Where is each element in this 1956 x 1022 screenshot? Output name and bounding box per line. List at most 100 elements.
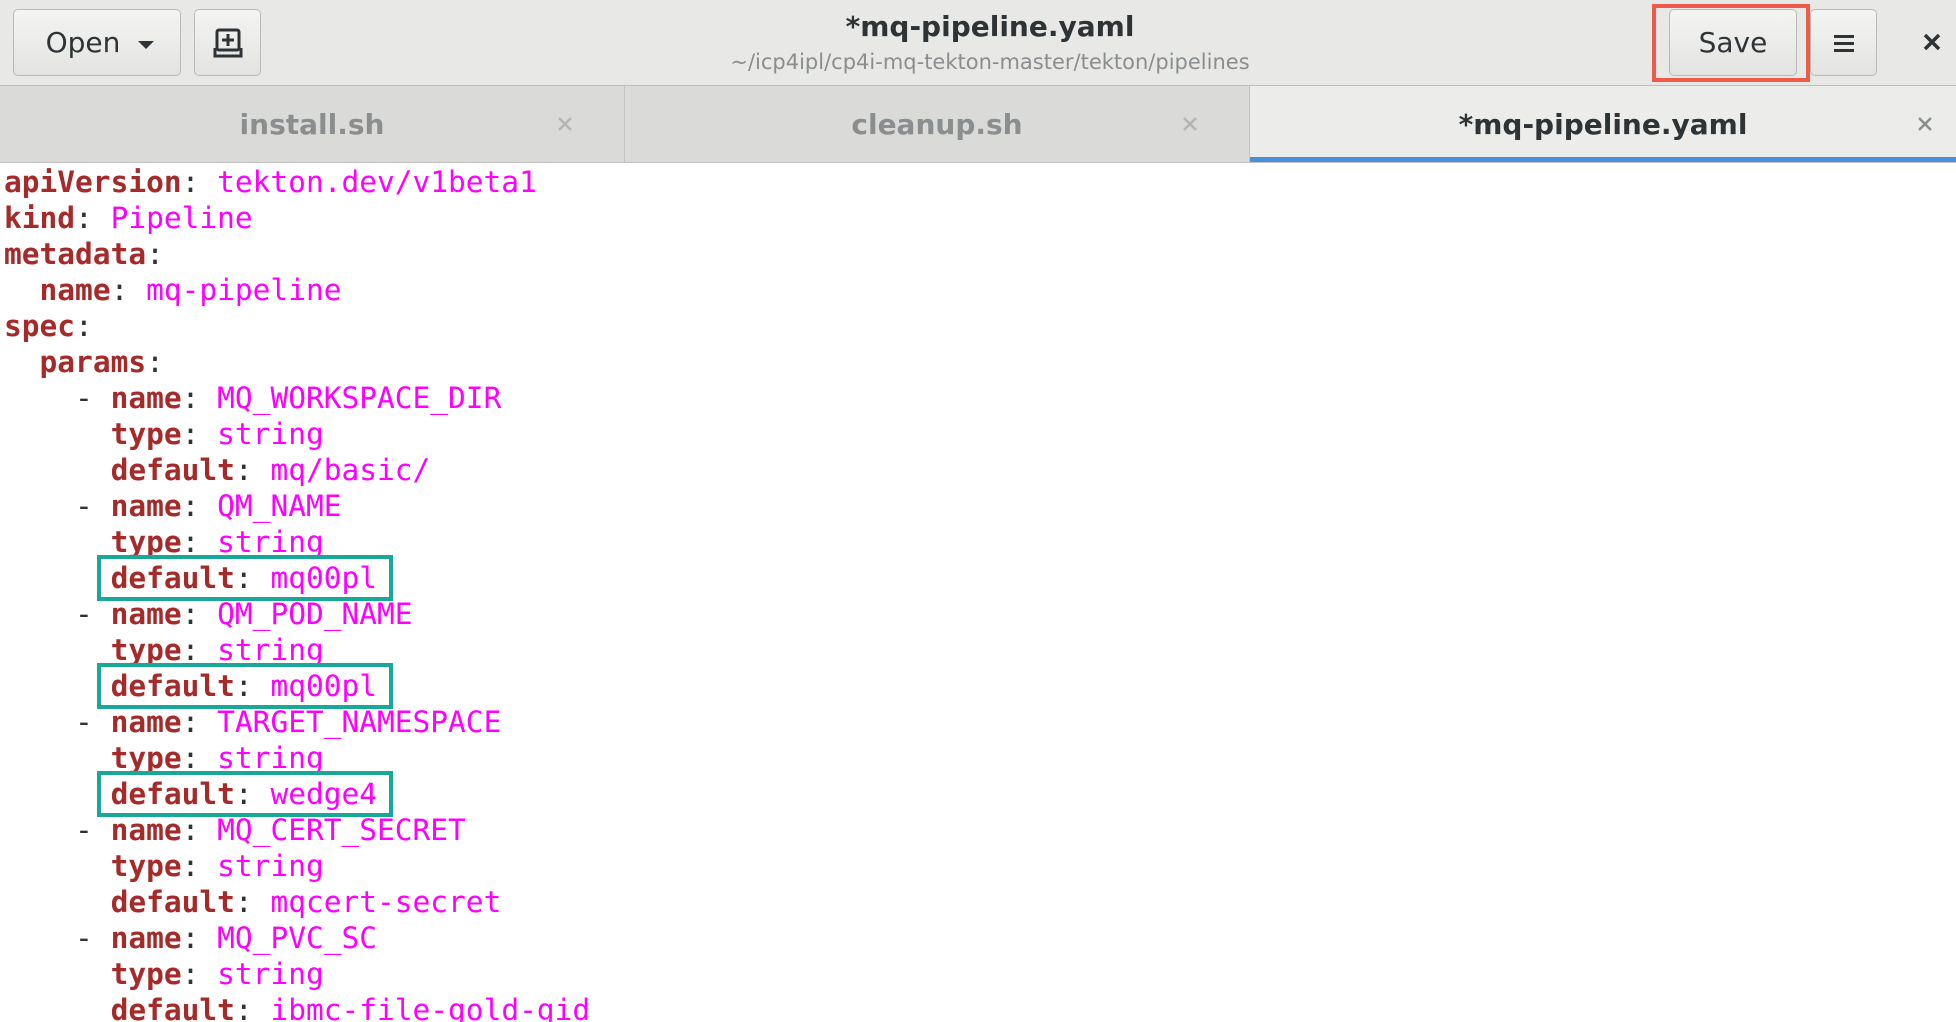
yaml-key: name: [110, 813, 182, 847]
yaml-key: type: [110, 741, 182, 775]
new-document-button[interactable]: [194, 9, 261, 76]
yaml-value: mq00pl: [270, 561, 378, 595]
yaml-colon: :: [234, 777, 253, 811]
code-dash: -: [75, 597, 111, 631]
yaml-key: params: [39, 345, 147, 379]
tab-label: cleanup.sh: [851, 108, 1023, 141]
code-line: default: wedge4: [4, 776, 377, 812]
code-line: type: string: [4, 848, 324, 884]
close-window-button[interactable]: [1912, 22, 1952, 62]
yaml-key: name: [39, 273, 111, 307]
tab-close-button[interactable]: [1910, 106, 1940, 142]
code-line: - name: MQ_WORKSPACE_DIR: [4, 380, 501, 416]
active-tab-indicator: [1250, 157, 1956, 162]
yaml-colon: :: [181, 813, 200, 847]
tab-mq-pipeline-yaml[interactable]: *mq-pipeline.yaml: [1250, 86, 1956, 162]
tab-label: *mq-pipeline.yaml: [1458, 108, 1748, 141]
yaml-value: string: [217, 741, 324, 775]
code-dash: -: [75, 381, 111, 415]
yaml-value: Pipeline: [110, 201, 253, 235]
yaml-key: apiVersion: [4, 165, 182, 199]
yaml-colon: :: [181, 597, 200, 631]
yaml-key: kind: [4, 201, 76, 235]
code-line: - name: QM_POD_NAME: [4, 596, 413, 632]
yaml-colon: :: [75, 201, 93, 235]
yaml-key: name: [110, 489, 182, 523]
save-button-label: Save: [1698, 26, 1768, 59]
yaml-key: default: [110, 993, 235, 1022]
yaml-value: QM_POD_NAME: [217, 597, 413, 631]
menu-button[interactable]: [1810, 9, 1877, 76]
yaml-key: type: [110, 849, 182, 883]
close-icon: [1923, 33, 1941, 51]
yaml-value: string: [217, 957, 324, 991]
close-icon: [1918, 117, 1932, 131]
yaml-colon: :: [181, 921, 200, 955]
yaml-value: mq-pipeline: [146, 273, 342, 307]
save-button[interactable]: Save: [1669, 9, 1797, 76]
yaml-key: spec: [4, 309, 76, 343]
yaml-key: default: [110, 669, 235, 703]
close-icon: [558, 117, 572, 131]
yaml-key: default: [110, 777, 235, 811]
yaml-colon: :: [146, 237, 164, 271]
open-button-label: Open: [45, 26, 121, 59]
tab-cleanup-sh[interactable]: cleanup.sh: [625, 86, 1250, 162]
yaml-key: default: [110, 885, 235, 919]
yaml-value: string: [217, 417, 324, 451]
document-title: *mq-pipeline.yaml: [845, 10, 1135, 43]
yaml-colon: :: [181, 417, 200, 451]
yaml-value: wedge4: [270, 777, 378, 811]
yaml-key: name: [110, 381, 182, 415]
code-line: params:: [4, 344, 164, 380]
tab-close-button[interactable]: [1175, 106, 1205, 142]
yaml-value: MQ_CERT_SECRET: [217, 813, 466, 847]
yaml-value: string: [217, 849, 324, 883]
yaml-value: string: [217, 525, 324, 559]
code-line: - name: TARGET_NAMESPACE: [4, 704, 501, 740]
tab-close-button[interactable]: [550, 106, 580, 142]
code-line: metadata:: [4, 236, 164, 272]
code-editor[interactable]: apiVersion: tekton.dev/v1beta1 kind: Pipe…: [0, 163, 1956, 1022]
hamburger-menu-icon: [1833, 34, 1854, 52]
tab-label: install.sh: [239, 108, 385, 141]
yaml-value: mqcert-secret: [270, 885, 502, 919]
yaml-value: mq/basic/: [270, 453, 431, 487]
yaml-colon: :: [234, 453, 253, 487]
yaml-value: MQ_PVC_SC: [217, 921, 378, 955]
code-dash: -: [75, 489, 111, 523]
yaml-value: string: [217, 633, 324, 667]
yaml-colon: :: [181, 957, 200, 991]
code-line: default: mqcert-secret: [4, 884, 502, 920]
code-line: default: mq00pl: [4, 560, 377, 596]
code-line: default: mq/basic/: [4, 452, 431, 488]
tab-install-sh[interactable]: install.sh: [0, 86, 625, 162]
code-line: name: mq-pipeline: [4, 272, 342, 308]
yaml-colon: :: [181, 165, 200, 199]
yaml-key: default: [110, 453, 235, 487]
code-line: - name: MQ_PVC_SC: [4, 920, 377, 956]
chevron-down-icon: [138, 40, 155, 49]
yaml-colon: :: [110, 273, 129, 307]
yaml-key: type: [110, 525, 182, 559]
open-button[interactable]: Open: [13, 9, 181, 76]
